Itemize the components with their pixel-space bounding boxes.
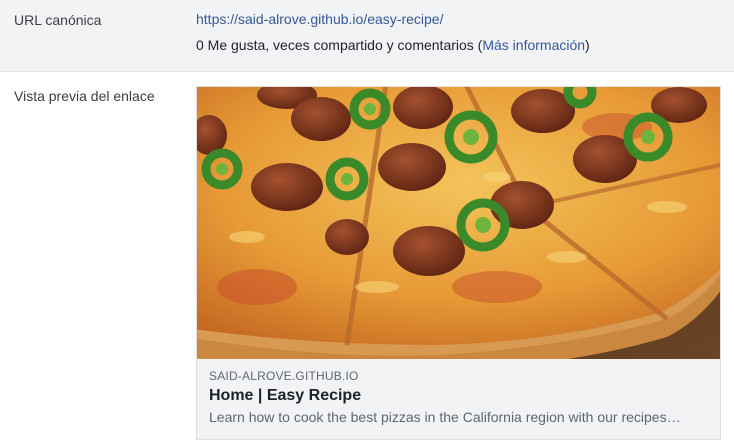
canonical-url-row: URL canónica https://said-alrove.github.… xyxy=(0,0,734,72)
engagement-stats-close: ) xyxy=(585,37,590,53)
preview-title: Home | Easy Recipe xyxy=(209,387,362,404)
canonical-url-link[interactable]: https://said-alrove.github.io/easy-recip… xyxy=(196,11,443,27)
pizza-image-illustration xyxy=(197,87,720,359)
engagement-stats-text: 0 Me gusta, veces compartido y comentari… xyxy=(196,37,483,53)
link-preview-label: Vista previa del enlace xyxy=(14,88,155,104)
engagement-stats: 0 Me gusta, veces compartido y comentari… xyxy=(196,37,590,53)
preview-image xyxy=(197,87,720,359)
canonical-url-label: URL canónica xyxy=(14,12,102,28)
preview-description: Learn how to cook the best pizzas in the… xyxy=(209,409,681,425)
link-preview-card[interactable]: SAID-ALROVE.GITHUB.IO Home | Easy Recipe… xyxy=(196,86,721,440)
preview-domain: SAID-ALROVE.GITHUB.IO xyxy=(209,369,359,383)
more-info-link[interactable]: Más información xyxy=(482,37,585,53)
